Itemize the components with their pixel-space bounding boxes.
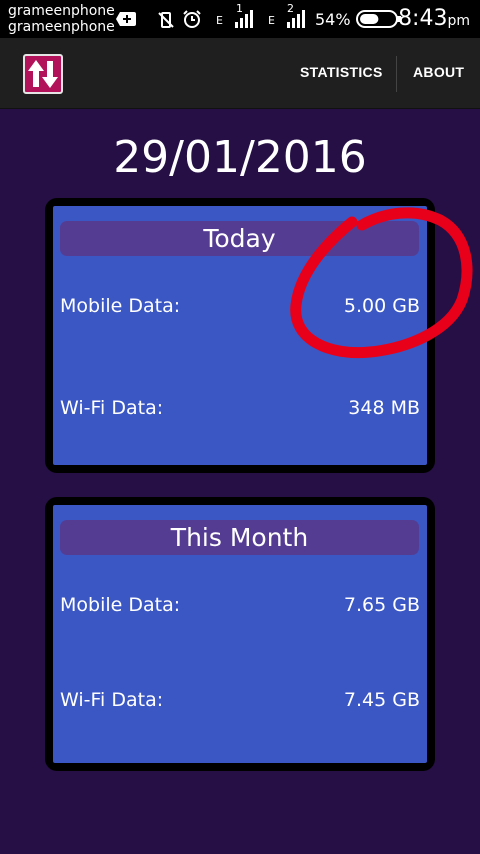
- annotation-circle: [290, 207, 473, 359]
